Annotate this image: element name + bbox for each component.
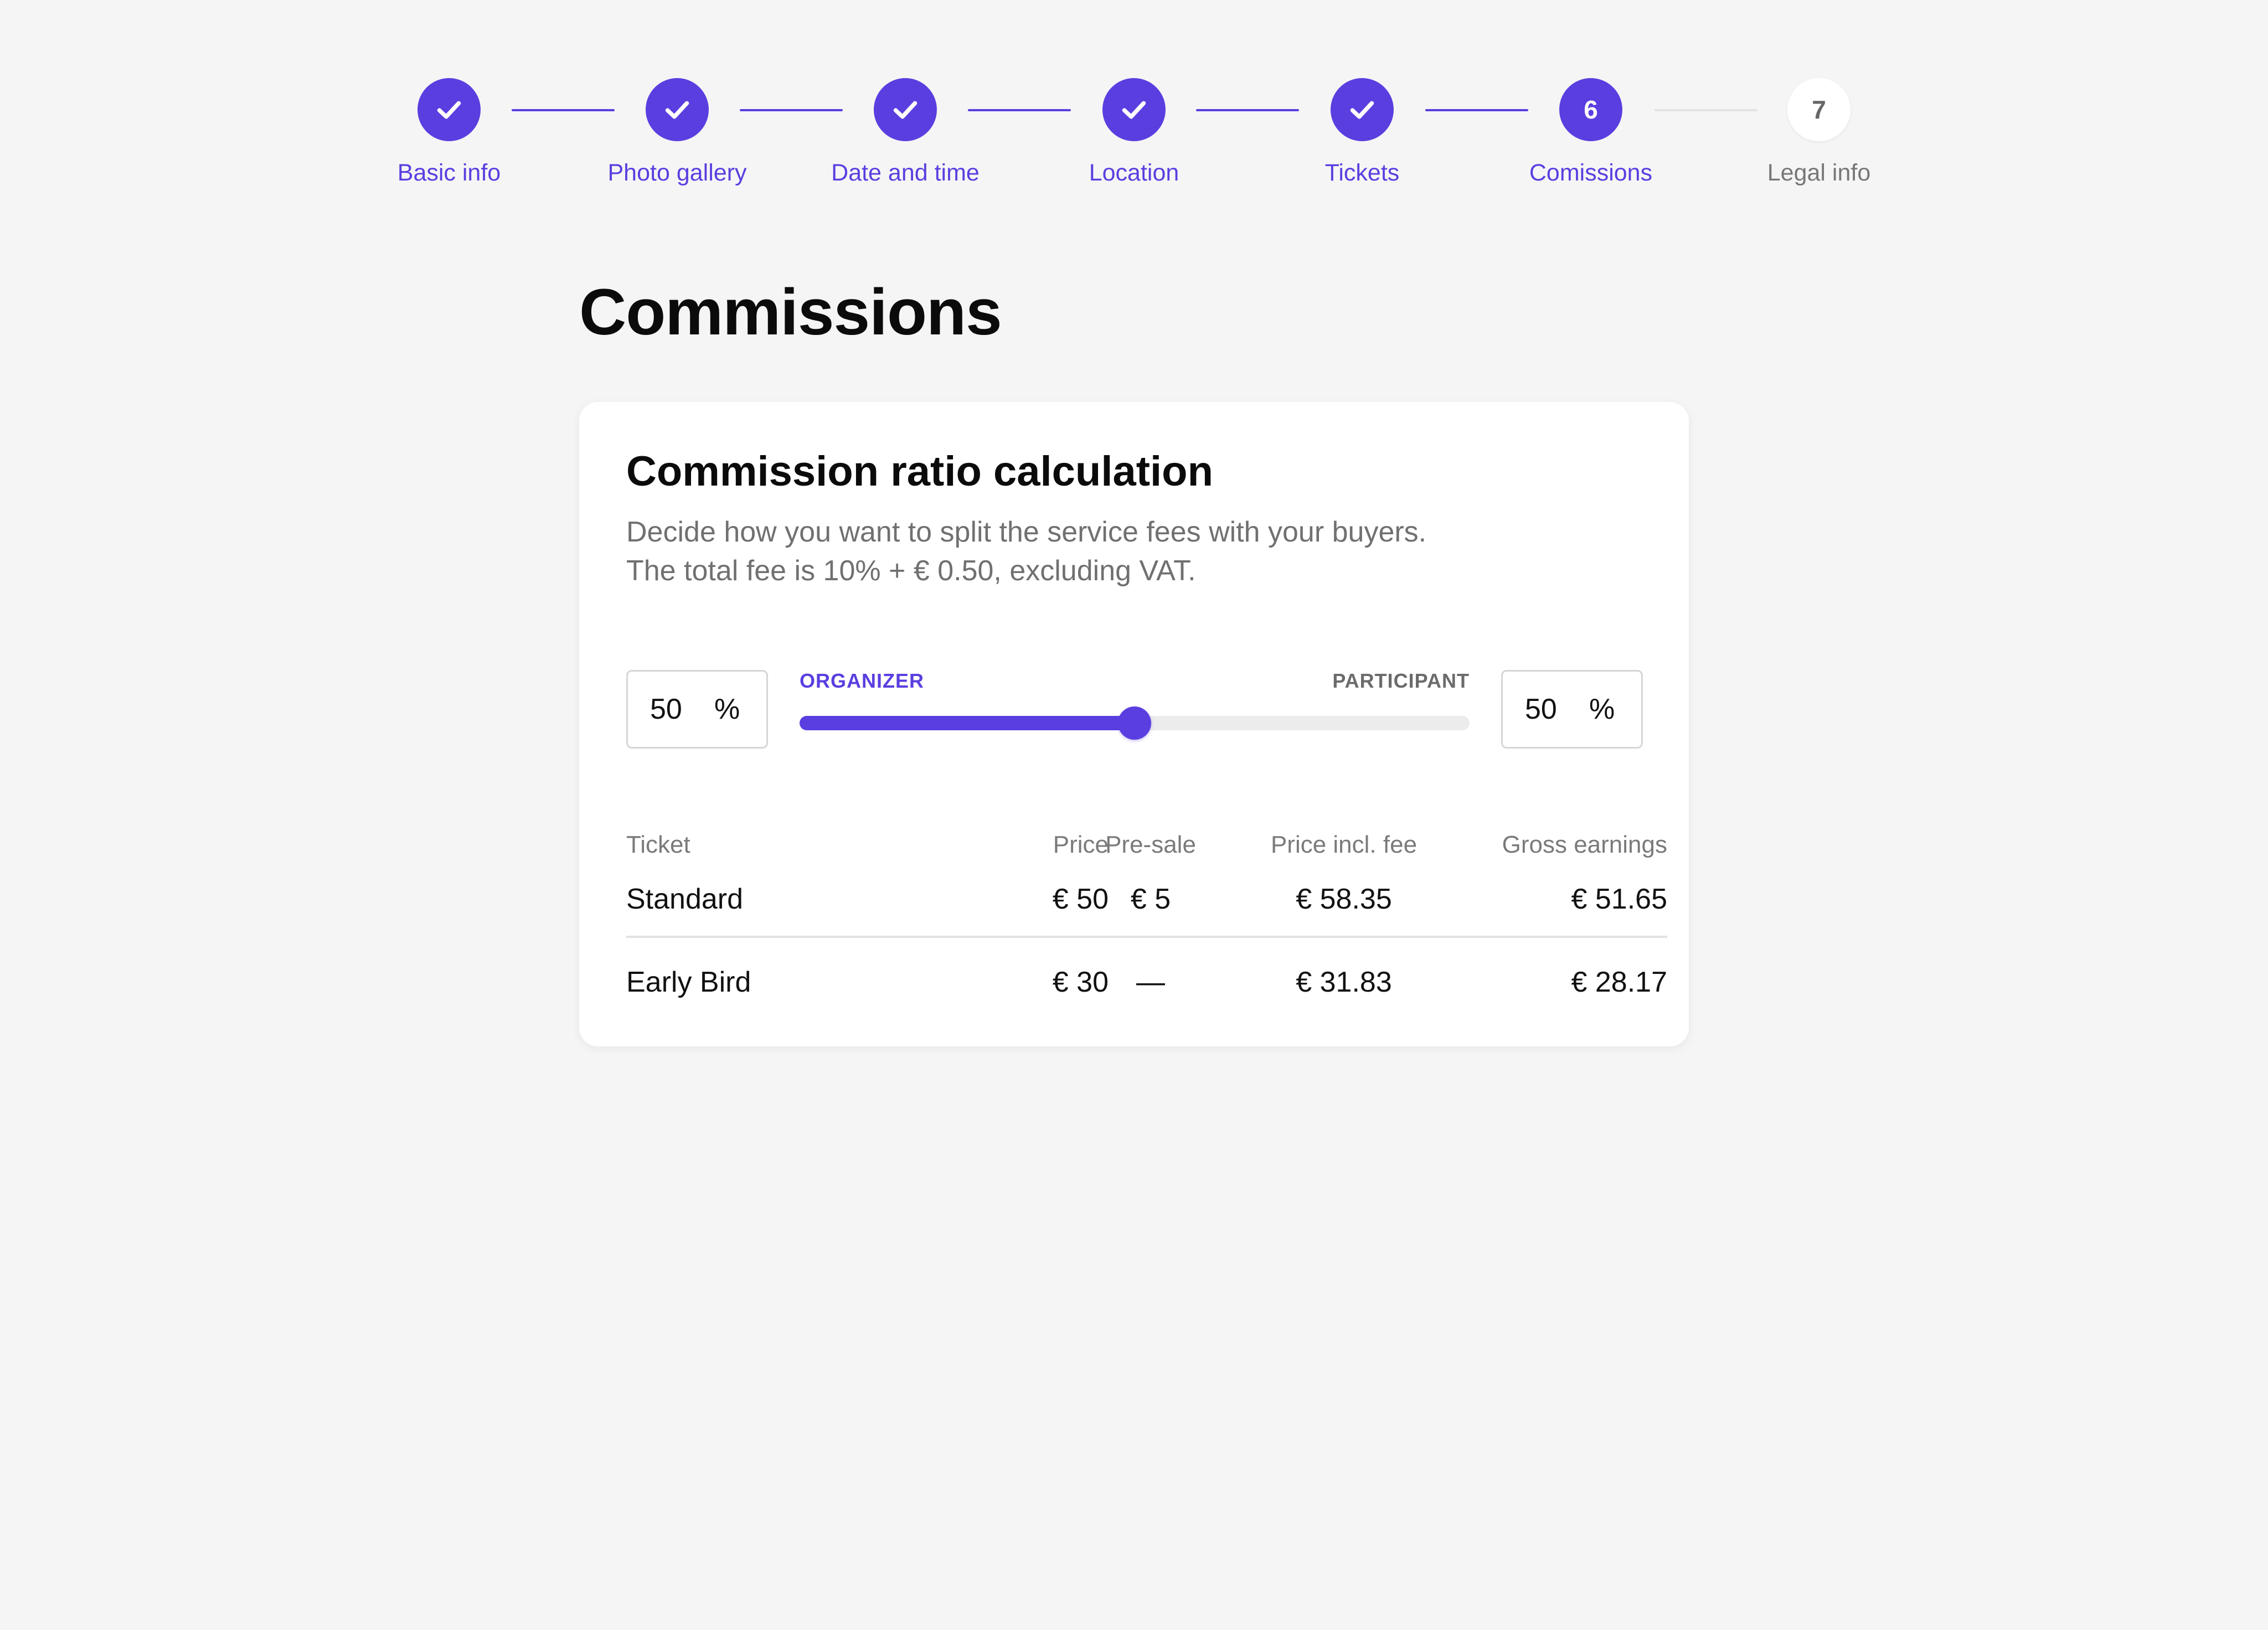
ticket-name: Standard (626, 883, 744, 915)
checkmark-icon (893, 101, 917, 119)
commission-card: Commission ratio calculation Decide how … (579, 402, 1689, 1046)
commission-slider[interactable]: ORGANIZER PARTICIPANT (800, 671, 1470, 749)
card-title: Commission ratio calculation (626, 448, 1213, 495)
checkmark-icon (1122, 101, 1146, 119)
step-circle-done (646, 78, 709, 141)
ticket-presale: € 5 (1130, 883, 1171, 915)
checkmark-icon (1350, 101, 1374, 119)
step-circle-done (1331, 78, 1394, 141)
checkmark-icon (665, 101, 689, 119)
organizer-percent-input[interactable] (650, 693, 711, 726)
step-number: 6 (1584, 95, 1598, 124)
participant-label: PARTICIPANT (1332, 669, 1470, 692)
ticket-fee-table: Ticket Price Pre-sale Price incl. fee Gr… (626, 823, 1667, 1009)
ticket-presale: — (1136, 966, 1165, 998)
card-description: Decide how you want to split the service… (626, 513, 1426, 590)
step-label: Photo gallery (607, 159, 747, 186)
ticket-gross-earnings: € 28.17 (1571, 966, 1668, 998)
ticket-name: Early Bird (626, 966, 751, 998)
step-circle-current: 6 (1559, 78, 1622, 141)
step-location[interactable]: Location (1023, 78, 1245, 185)
step-tickets[interactable]: Tickets (1251, 78, 1473, 185)
checkmark-icon (437, 101, 461, 119)
percent-unit: % (714, 693, 740, 725)
table-row: Standard € 50 € 5 € 58.35 € 51.65 (626, 867, 1667, 938)
column-header-price-incl-fee: Price incl. fee (1270, 831, 1418, 858)
organizer-percent-field[interactable]: % (626, 670, 768, 749)
organizer-label: ORGANIZER (800, 669, 924, 692)
participant-percent-input[interactable] (1525, 693, 1586, 726)
description-line: The total fee is 10% + € 0.50, excluding… (626, 555, 1196, 587)
step-label: Location (1089, 159, 1179, 186)
step-number: 7 (1812, 95, 1826, 124)
step-comissions[interactable]: 6 Comissions (1480, 78, 1702, 185)
step-photo-gallery[interactable]: Photo gallery (566, 78, 788, 185)
step-circle-upcoming: 7 (1787, 78, 1851, 141)
step-basic-info[interactable]: Basic info (338, 78, 560, 185)
step-circle-done (1102, 78, 1166, 141)
slider-track[interactable] (800, 706, 1470, 740)
step-circle-done (417, 78, 481, 141)
table-row: Early Bird € 30 — € 31.83 € 28.17 (626, 938, 1667, 1009)
column-header-presale: Pre-sale (1105, 831, 1196, 858)
column-header-ticket: Ticket (626, 831, 690, 858)
step-date-and-time[interactable]: Date and time (795, 78, 1016, 185)
step-label: Comissions (1529, 159, 1653, 186)
step-label: Basic info (397, 159, 501, 186)
progress-stepper: Basic info Photo gallery Date and time L… (0, 0, 2268, 221)
page-title: Commissions (579, 276, 1002, 349)
percent-unit: % (1589, 693, 1615, 725)
ticket-price-incl-fee: € 58.35 (1296, 883, 1392, 915)
step-label: Date and time (831, 159, 980, 186)
ticket-gross-earnings: € 51.65 (1571, 883, 1668, 915)
table-header-row: Ticket Price Pre-sale Price incl. fee Gr… (626, 823, 1667, 867)
step-label: Tickets (1324, 159, 1400, 186)
step-legal-info[interactable]: 7 Legal info (1708, 78, 1930, 185)
step-label: Legal info (1767, 159, 1871, 186)
slider-fill (800, 716, 1135, 730)
ticket-price-incl-fee: € 31.83 (1296, 966, 1392, 998)
column-header-gross-earnings: Gross earnings (1502, 831, 1667, 858)
slider-handle[interactable] (1118, 706, 1151, 740)
participant-percent-field[interactable]: % (1501, 670, 1643, 749)
step-circle-done (874, 78, 937, 141)
description-line: Decide how you want to split the service… (626, 516, 1427, 548)
